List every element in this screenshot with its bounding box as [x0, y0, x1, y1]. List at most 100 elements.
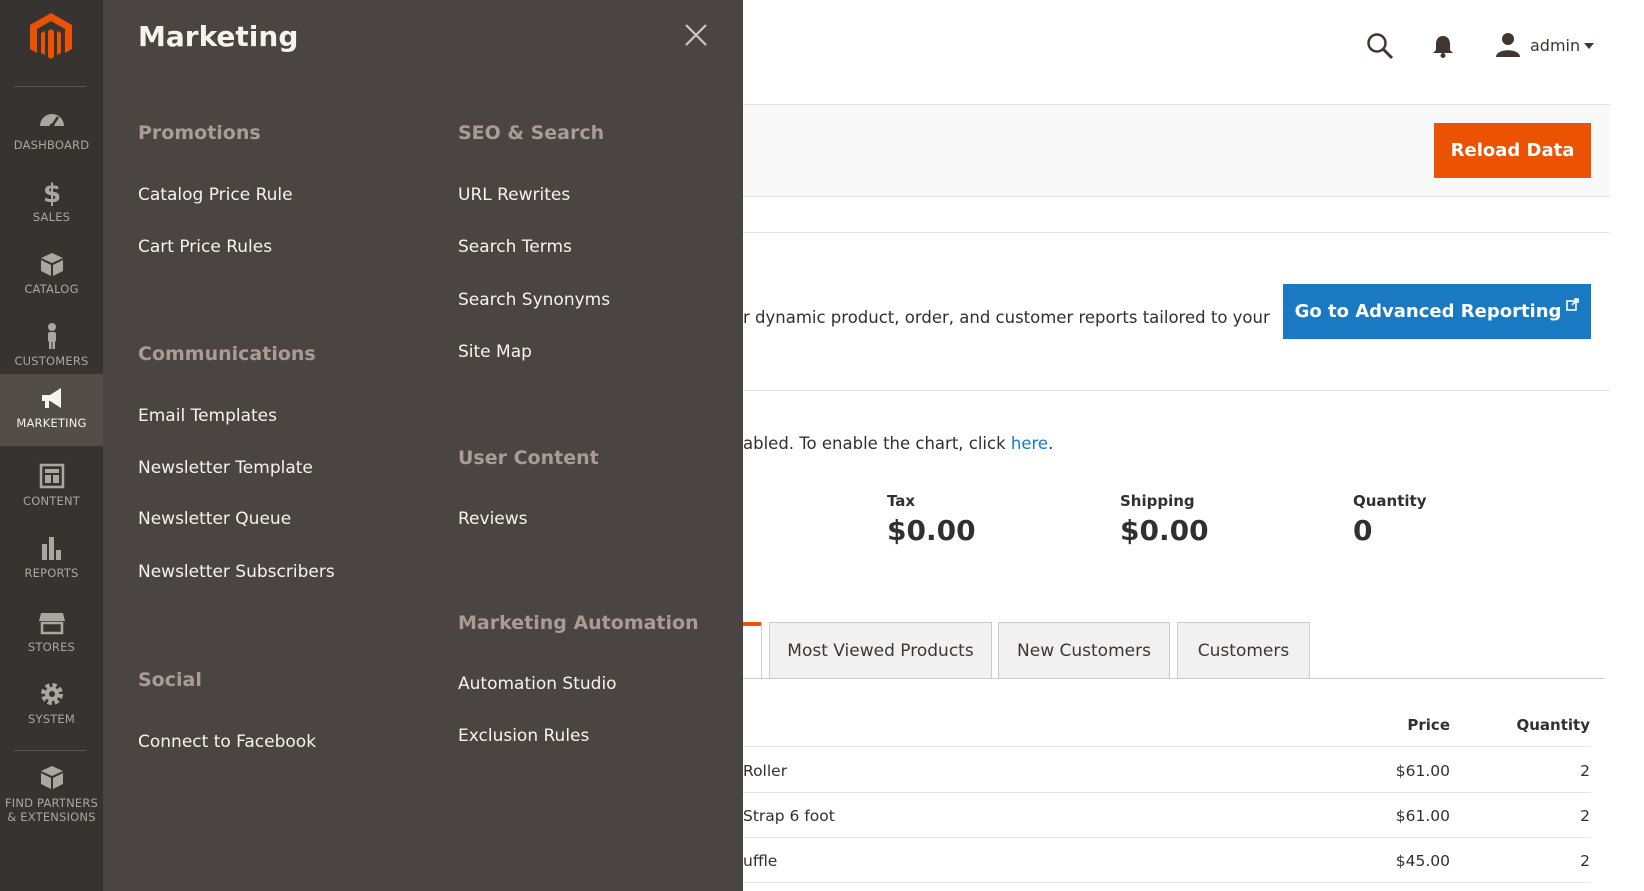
total-label: Quantity: [1353, 492, 1427, 510]
tab-new-customers[interactable]: New Customers: [998, 622, 1170, 679]
megaphone-icon: [41, 388, 61, 408]
nav-divider: [14, 750, 86, 751]
group-title-user-content: User Content: [458, 447, 599, 469]
menu-item-catalog-price-rule[interactable]: Catalog Price Rule: [138, 185, 293, 205]
table-row-divider: [743, 882, 1591, 883]
nav-label: SALES: [32, 210, 71, 224]
nav-label: CATALOG: [24, 282, 79, 296]
active-tab-edge: [761, 622, 762, 679]
menu-item-url-rewrites[interactable]: URL Rewrites: [458, 185, 570, 205]
menu-item-automation-studio[interactable]: Automation Studio: [458, 674, 617, 694]
menu-item-site-map[interactable]: Site Map: [458, 342, 532, 362]
blocks-icon: [40, 766, 63, 789]
group-title-marketing-automation: Marketing Automation: [458, 612, 699, 634]
magento-logo-icon[interactable]: [28, 11, 74, 61]
user-icon[interactable]: [1495, 32, 1521, 58]
section-divider: [743, 232, 1610, 233]
admin-sidebar: DASHBOARD $ SALES CATALOG CUSTOMERS MARK…: [0, 0, 103, 891]
nav-label: STORES: [27, 640, 76, 654]
person-icon: [47, 323, 56, 349]
flyout-title: Marketing: [138, 20, 299, 53]
nav-item-marketing[interactable]: MARKETING: [0, 374, 103, 446]
menu-item-email-templates[interactable]: Email Templates: [138, 406, 277, 426]
group-title-seo-search: SEO & Search: [458, 122, 605, 144]
table-cell-price: $45.00: [1395, 852, 1450, 870]
total-label: Tax: [887, 492, 916, 510]
table-cell-price: $61.00: [1395, 807, 1450, 825]
menu-item-reviews[interactable]: Reviews: [458, 509, 528, 529]
tab-customers[interactable]: Customers: [1177, 622, 1310, 679]
menu-item-exclusion-rules[interactable]: Exclusion Rules: [458, 726, 589, 746]
group-title-communications: Communications: [138, 343, 316, 365]
chart-notice-text: abled. To enable the chart, click: [743, 434, 1011, 453]
marketing-flyout-menu: Marketing Promotions Catalog Price Rule …: [103, 0, 743, 891]
nav-label: CONTENT: [22, 494, 80, 508]
nav-item-stores[interactable]: STORES: [0, 598, 103, 670]
table-cell-product[interactable]: Roller: [743, 762, 787, 780]
advanced-reporting-button[interactable]: Go to Advanced Reporting: [1283, 284, 1591, 339]
column-header-quantity: Quantity: [1516, 716, 1591, 734]
reload-data-button[interactable]: Reload Data: [1434, 123, 1591, 178]
menu-item-connect-to-facebook[interactable]: Connect to Facebook: [138, 732, 316, 752]
close-icon[interactable]: [683, 22, 709, 48]
nav-label: SYSTEM: [27, 712, 76, 726]
nav-item-find-partners[interactable]: FIND PARTNERS & EXTENSIONS: [0, 754, 103, 834]
nav-label: REPORTS: [24, 566, 79, 580]
table-row-divider: [743, 837, 1591, 838]
nav-label: DASHBOARD: [13, 138, 90, 152]
nav-label: MARKETING: [16, 416, 87, 430]
table-cell-price: $61.00: [1395, 762, 1450, 780]
section-divider: [743, 390, 1610, 391]
chart-disabled-notice: abled. To enable the chart, click here.: [743, 434, 1053, 453]
user-name[interactable]: admin: [1530, 36, 1580, 55]
tabs-baseline: [743, 678, 1605, 679]
menu-item-cart-price-rules[interactable]: Cart Price Rules: [138, 237, 272, 257]
table-row-divider: [743, 792, 1591, 793]
gear-icon: [40, 683, 63, 705]
table-cell-quantity: 2: [1580, 807, 1590, 825]
svg-text:$: $: [42, 179, 60, 206]
storefront-icon: [38, 613, 65, 635]
external-link-icon: [1566, 298, 1580, 311]
menu-item-newsletter-subscribers[interactable]: Newsletter Subscribers: [138, 562, 335, 582]
chart-notice-suffix: .: [1048, 434, 1054, 453]
nav-label: CUSTOMERS: [14, 354, 89, 368]
tab-most-viewed-products[interactable]: Most Viewed Products: [769, 622, 992, 679]
nav-label: & EXTENSIONS: [7, 810, 96, 824]
chevron-down-icon[interactable]: [1584, 43, 1594, 49]
search-icon[interactable]: [1366, 32, 1394, 60]
nav-item-content[interactable]: CONTENT: [0, 452, 103, 524]
menu-item-search-terms[interactable]: Search Terms: [458, 237, 572, 257]
dollar-icon: $: [42, 179, 60, 206]
menu-item-search-synonyms[interactable]: Search Synonyms: [458, 290, 610, 310]
nav-item-dashboard[interactable]: DASHBOARD: [0, 96, 103, 168]
dashboard-icon: [39, 114, 64, 129]
nav-item-system[interactable]: SYSTEM: [0, 670, 103, 742]
enable-chart-link[interactable]: here: [1011, 434, 1048, 453]
nav-divider: [14, 86, 86, 87]
layout-icon: [39, 463, 64, 489]
table-row-divider: [743, 746, 1591, 747]
cube-icon: [40, 253, 63, 276]
table-cell-product[interactable]: Strap 6 foot: [743, 807, 835, 825]
table-cell-product[interactable]: uffle: [743, 852, 777, 870]
total-value: $0.00: [887, 514, 976, 547]
table-cell-quantity: 2: [1580, 762, 1590, 780]
table-cell-quantity: 2: [1580, 852, 1590, 870]
nav-item-reports[interactable]: REPORTS: [0, 524, 103, 596]
menu-item-newsletter-queue[interactable]: Newsletter Queue: [138, 509, 291, 529]
bell-icon[interactable]: [1432, 34, 1454, 58]
total-label: Shipping: [1120, 492, 1195, 510]
menu-item-newsletter-template[interactable]: Newsletter Template: [138, 458, 313, 478]
nav-item-catalog[interactable]: CATALOG: [0, 240, 103, 312]
total-value: 0: [1353, 514, 1373, 547]
nav-label: FIND PARTNERS: [4, 796, 99, 810]
advanced-reporting-label: Go to Advanced Reporting: [1294, 301, 1562, 322]
active-tab-indicator: [743, 622, 761, 626]
nav-item-sales[interactable]: $ SALES: [0, 168, 103, 240]
total-value: $0.00: [1120, 514, 1209, 547]
group-title-social: Social: [138, 669, 202, 691]
advanced-reporting-text: r dynamic product, order, and customer r…: [743, 308, 1270, 327]
column-header-price: Price: [1407, 716, 1450, 734]
group-title-promotions: Promotions: [138, 122, 261, 144]
